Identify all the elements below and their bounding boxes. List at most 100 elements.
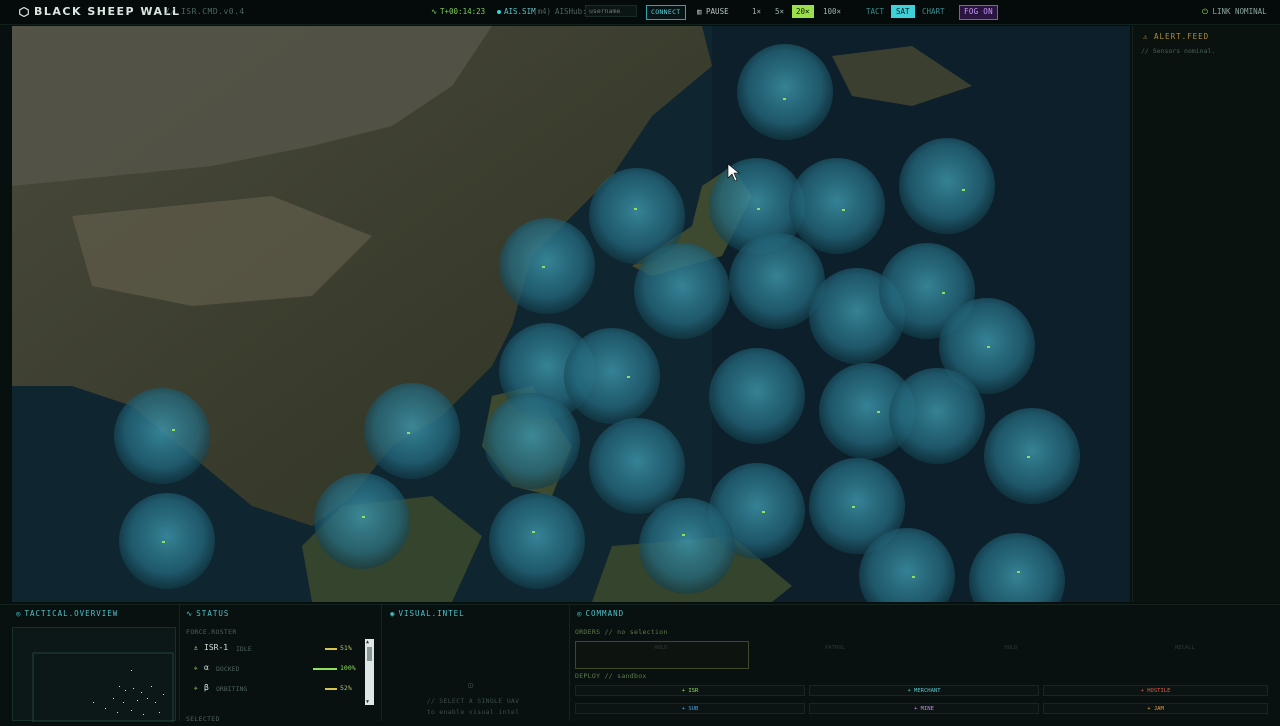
scroll-down-icon[interactable]: ▼: [366, 699, 369, 705]
visual-intel-panel: ◉ VISUAL.INTEL ⊡ // SELECT A SINGLE UAV t…: [386, 605, 570, 721]
speed-100x-button[interactable]: 100×: [823, 4, 841, 19]
anchor-icon: ⚓: [194, 644, 198, 652]
deploy-sub-button[interactable]: + SUB: [575, 703, 805, 714]
alert-feed-panel: ⚠ ALERT.FEED // Sensors nominal.: [1132, 26, 1280, 602]
tactical-overview-title: TACTICAL.OVERVIEW: [24, 609, 119, 618]
roster-scrollbar[interactable]: ▲ ▼: [365, 639, 374, 705]
unit-marker[interactable]: [877, 411, 880, 413]
brand: BLACK SHEEP WALL: [19, 5, 181, 18]
sensor-bubble: [639, 498, 735, 594]
deploy-merchant-button[interactable]: + MERCHANT: [809, 685, 1039, 696]
roster-row-alpha[interactable]: ✈ α DOCKED 100%: [190, 662, 366, 676]
unit-marker[interactable]: [362, 516, 365, 518]
connect-button[interactable]: CONNECT: [646, 5, 686, 20]
aishub-username-input[interactable]: [585, 5, 637, 17]
unit-fuel-bar: [313, 668, 337, 670]
mission-timer: T+00:14:23: [440, 7, 486, 16]
pause-button[interactable]: ▥ PAUSE: [697, 4, 729, 19]
unit-marker[interactable]: [757, 208, 760, 210]
power-icon: ⏻: [1202, 7, 1213, 16]
sensor-bubble: [499, 218, 595, 314]
roster-row-beta[interactable]: ✈ β ORBITING 52%: [190, 682, 366, 696]
speed-1x-button[interactable]: 1×: [752, 4, 761, 19]
unit-percent: 100%: [340, 664, 356, 672]
unit-marker[interactable]: [783, 98, 786, 100]
aishub-label: AISHub:: [555, 7, 587, 16]
order-hold-2-button[interactable]: HOLD: [991, 645, 1031, 651]
scrollbar-thumb[interactable]: [367, 647, 372, 661]
unit-marker[interactable]: [942, 292, 945, 294]
minimap-viewport[interactable]: [32, 652, 174, 723]
sensor-bubble: [634, 243, 730, 339]
satellite-map[interactable]: [12, 26, 1130, 602]
visual-intel-header: ◉ VISUAL.INTEL: [386, 605, 569, 618]
mode-chart-button[interactable]: CHART: [922, 4, 945, 19]
unit-marker[interactable]: [962, 189, 965, 191]
unit-marker[interactable]: [1017, 571, 1020, 573]
sensor-bubble: [119, 493, 215, 589]
pause-icon: ▥: [697, 7, 707, 16]
unit-marker[interactable]: [407, 432, 410, 434]
ais-label: AIS.SIM: [504, 7, 536, 16]
order-patrol-button[interactable]: PATROL: [815, 645, 855, 651]
sensor-bubble: [984, 408, 1080, 504]
deploy-jam-button[interactable]: + JAM: [1043, 703, 1268, 714]
speed-5x-button[interactable]: 5×: [775, 4, 784, 19]
sensor-bubble: [489, 493, 585, 589]
unit-marker[interactable]: [842, 209, 845, 211]
unit-state: ORBITING: [216, 685, 248, 693]
unit-marker[interactable]: [762, 511, 765, 513]
ais-dot-icon: [497, 10, 501, 14]
ais-status: AIS.SIM: [497, 4, 536, 19]
radar-icon: ◎: [16, 609, 22, 618]
link-status: ⏻ LINK NOMINAL: [1202, 4, 1267, 19]
top-bar: BLACK SHEEP WALL // ISR.CMD.v0.4 ∿ T+00:…: [0, 0, 1280, 25]
unit-marker[interactable]: [912, 576, 915, 578]
unit-state: IDLE: [236, 645, 252, 653]
unit-name: α: [204, 663, 209, 672]
pulse-icon: ∿: [431, 7, 438, 16]
unit-marker[interactable]: [162, 541, 165, 543]
order-recall-button[interactable]: RECALL: [1165, 645, 1205, 651]
unit-percent: 51%: [340, 644, 352, 652]
ais-suffix: (m4): [533, 7, 552, 16]
speed-20x-button[interactable]: 20×: [792, 5, 814, 18]
selected-label: SELECTED: [186, 715, 220, 723]
status-panel: ∿ STATUS FORCE.ROSTER ⚓ ISR-1 IDLE 51% ✈ …: [182, 605, 382, 723]
status-header: ∿ STATUS: [182, 605, 381, 618]
sensor-bubble: [737, 44, 833, 140]
drone-icon: ✈: [194, 684, 198, 692]
visual-intel-hint-2: to enable visual intel: [426, 708, 520, 716]
force-roster-label: FORCE.ROSTER: [186, 628, 237, 636]
visual-intel-hint-1: // SELECT A SINGLE UAV: [426, 697, 520, 705]
unit-marker[interactable]: [682, 534, 685, 536]
unit-marker[interactable]: [172, 429, 175, 431]
minimap[interactable]: [12, 627, 176, 723]
roster-row-isr1[interactable]: ⚓ ISR-1 IDLE 51%: [190, 642, 366, 656]
sensor-bubble: [484, 393, 580, 489]
unit-name: β: [204, 683, 209, 692]
unit-marker[interactable]: [627, 376, 630, 378]
scroll-up-icon[interactable]: ▲: [366, 639, 369, 645]
fog-toggle-button[interactable]: FOG ON: [959, 5, 998, 20]
unit-marker[interactable]: [542, 266, 545, 268]
deploy-mine-button[interactable]: + MINE: [809, 703, 1039, 714]
deploy-isr-button[interactable]: + ISR: [575, 685, 805, 696]
mode-sat-button[interactable]: SAT: [891, 5, 915, 18]
deploy-hostile-button[interactable]: + HOSTILE: [1043, 685, 1268, 696]
unit-marker[interactable]: [532, 531, 535, 533]
version-label: // ISR.CMD.v0.4: [165, 7, 245, 16]
bottom-panels: ◎ TACTICAL.OVERVIEW ∿ STATUS FORCE.ROSTE…: [0, 604, 1280, 723]
unit-marker[interactable]: [987, 346, 990, 348]
unit-marker[interactable]: [1027, 456, 1030, 458]
sensor-bubble: [709, 348, 805, 444]
unit-marker[interactable]: [852, 506, 855, 508]
unit-percent: 52%: [340, 684, 352, 692]
app-title: BLACK SHEEP WALL: [34, 5, 181, 18]
unit-marker[interactable]: [634, 208, 637, 210]
sensor-bubble: [899, 138, 995, 234]
unit-fuel-bar: [325, 648, 337, 650]
hexagon-logo-icon: [19, 6, 29, 17]
map-canvas[interactable]: [12, 26, 1130, 602]
mode-tact-button[interactable]: TACT: [866, 4, 884, 19]
